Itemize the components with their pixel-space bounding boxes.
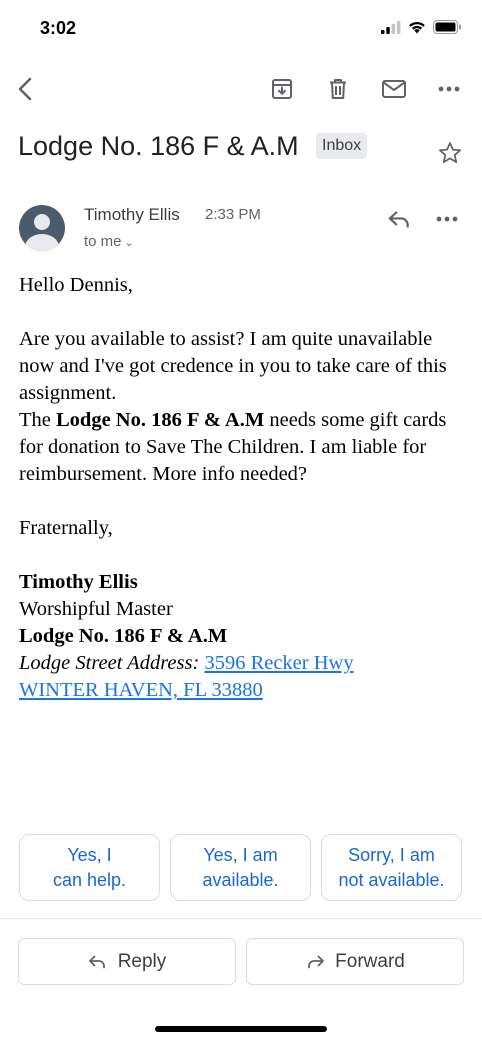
reply-quick-button[interactable] bbox=[386, 206, 412, 232]
trash-icon bbox=[330, 79, 346, 99]
email-body: Hello Dennis, Are you available to assis… bbox=[19, 272, 469, 704]
smart-reply-not-available[interactable]: Sorry, I am not available. bbox=[321, 834, 462, 901]
lodge-name-bold: Lodge No. 186 F & A.M bbox=[56, 409, 265, 431]
reply-icon bbox=[88, 955, 105, 968]
forward-button[interactable]: Forward bbox=[246, 938, 464, 985]
reply-icon bbox=[388, 211, 409, 228]
signature-name: Timothy Ellis bbox=[19, 571, 138, 593]
sender-name[interactable]: Timothy Ellis bbox=[84, 205, 180, 225]
more-options-button[interactable] bbox=[434, 74, 464, 104]
delete-button[interactable] bbox=[323, 74, 353, 104]
signature-address-2: WINTER HAVEN, FL 33880 bbox=[19, 677, 469, 704]
smart-reply-available[interactable]: Yes, I am available. bbox=[170, 834, 311, 901]
recipient-label: to me bbox=[84, 233, 122, 250]
status-icons bbox=[381, 20, 462, 34]
wifi-icon bbox=[409, 21, 425, 33]
archive-icon bbox=[272, 79, 292, 99]
mail-icon bbox=[382, 80, 406, 98]
forward-icon bbox=[308, 955, 325, 968]
home-indicator[interactable] bbox=[155, 1026, 327, 1032]
avatar-head bbox=[34, 214, 50, 230]
recipient-details[interactable]: to me ⌄ bbox=[84, 233, 134, 250]
body-paragraph: Are you available to assist? I am quite … bbox=[19, 328, 447, 404]
star-icon bbox=[439, 142, 461, 163]
avatar-shoulders bbox=[25, 234, 59, 251]
archive-button[interactable] bbox=[267, 74, 297, 104]
more-horizontal-icon bbox=[438, 86, 460, 92]
body-paragraph-2: The Lodge No. 186 F & A.M needs some gif… bbox=[19, 409, 447, 485]
more-horizontal-icon bbox=[436, 216, 458, 222]
status-time: 3:02 bbox=[40, 18, 77, 38]
star-button[interactable] bbox=[437, 140, 463, 166]
smart-reply-can-help[interactable]: Yes, Ican help. bbox=[19, 834, 160, 901]
signature-title: Worshipful Master bbox=[19, 598, 173, 620]
email-subject: Lodge No. 186 F & A.M bbox=[18, 131, 299, 161]
signal-icon bbox=[381, 20, 401, 34]
signature-lodge: Lodge No. 186 F & A.M bbox=[19, 625, 228, 647]
greeting: Hello Dennis, bbox=[19, 274, 133, 296]
inbox-label-chip[interactable]: Inbox bbox=[316, 133, 368, 159]
reply-label: Reply bbox=[117, 950, 167, 972]
address-link-2[interactable]: WINTER HAVEN, FL 33880 bbox=[19, 679, 263, 701]
divider bbox=[0, 918, 482, 919]
chevron-down-icon: ⌄ bbox=[124, 237, 134, 249]
sender-avatar[interactable] bbox=[19, 205, 65, 251]
back-arrow-icon bbox=[18, 77, 32, 101]
reply-button[interactable]: Reply bbox=[18, 938, 236, 985]
signature-address: Lodge Street Address: 3596 Recker Hwy bbox=[19, 652, 354, 674]
battery-icon bbox=[433, 20, 461, 34]
closing: Fraternally, bbox=[19, 517, 113, 539]
back-button[interactable] bbox=[11, 74, 41, 104]
forward-label: Forward bbox=[335, 950, 405, 972]
message-more-button[interactable] bbox=[436, 206, 462, 232]
address-link[interactable]: 3596 Recker Hwy bbox=[204, 652, 353, 674]
sent-time: 2:33 PM bbox=[205, 206, 261, 223]
mark-unread-button[interactable] bbox=[379, 74, 409, 104]
